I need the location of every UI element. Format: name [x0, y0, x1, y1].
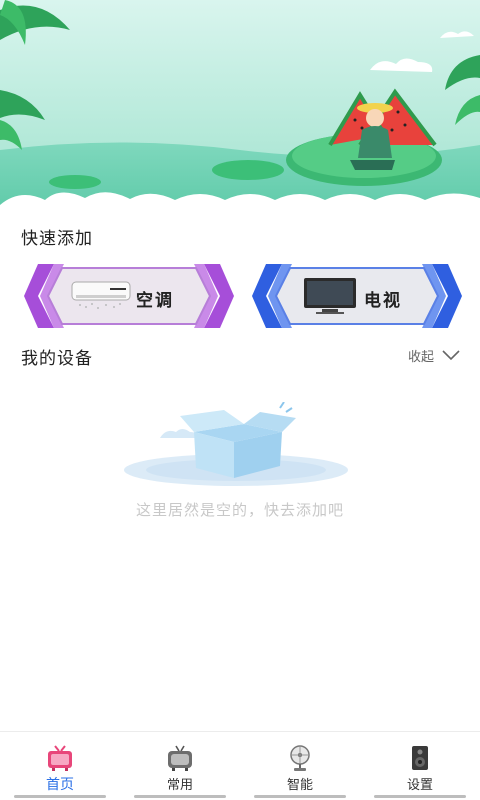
nav-smart[interactable]: 智能 — [240, 732, 360, 800]
nav-smart-label: 智能 — [286, 778, 313, 793]
nav-common[interactable]: 常用 — [120, 732, 240, 800]
nav-home-underline — [14, 795, 106, 798]
nav-settings[interactable]: 设置 — [360, 732, 480, 800]
air-conditioner-card[interactable]: 空调 — [24, 262, 234, 330]
television-card[interactable]: 电视 — [252, 262, 462, 330]
my-devices-title: 我的设备 — [21, 349, 93, 369]
nav-common-underline — [134, 795, 226, 798]
nav-settings-underline — [374, 795, 466, 798]
nav-home-label: 首页 — [46, 777, 74, 793]
television-icon — [304, 278, 356, 314]
quick-add-title: 快速添加 — [21, 229, 93, 249]
old-tv-icon — [168, 745, 192, 771]
television-label: 电视 — [364, 291, 402, 311]
nav-smart-underline — [254, 795, 346, 798]
speaker-icon — [412, 746, 428, 770]
collapse-toggle[interactable]: 收起 — [408, 344, 460, 366]
empty-state-text: 这里居然是空的，快去添加吧 — [135, 501, 344, 519]
collapse-label: 收起 — [407, 349, 434, 365]
banner-illustration — [0, 0, 480, 218]
fan-icon — [290, 745, 310, 771]
bottom-navigation: 首页 常用 智能 设置 — [0, 731, 480, 800]
air-conditioner-label: 空调 — [136, 291, 174, 311]
nav-home[interactable]: 首页 — [0, 732, 120, 800]
retro-tv-icon — [48, 745, 72, 771]
empty-box-illustration — [124, 402, 348, 486]
air-conditioner-icon — [71, 281, 131, 309]
chevron-down-icon — [442, 350, 460, 361]
nav-common-label: 常用 — [166, 778, 193, 793]
nav-settings-label: 设置 — [406, 778, 433, 793]
